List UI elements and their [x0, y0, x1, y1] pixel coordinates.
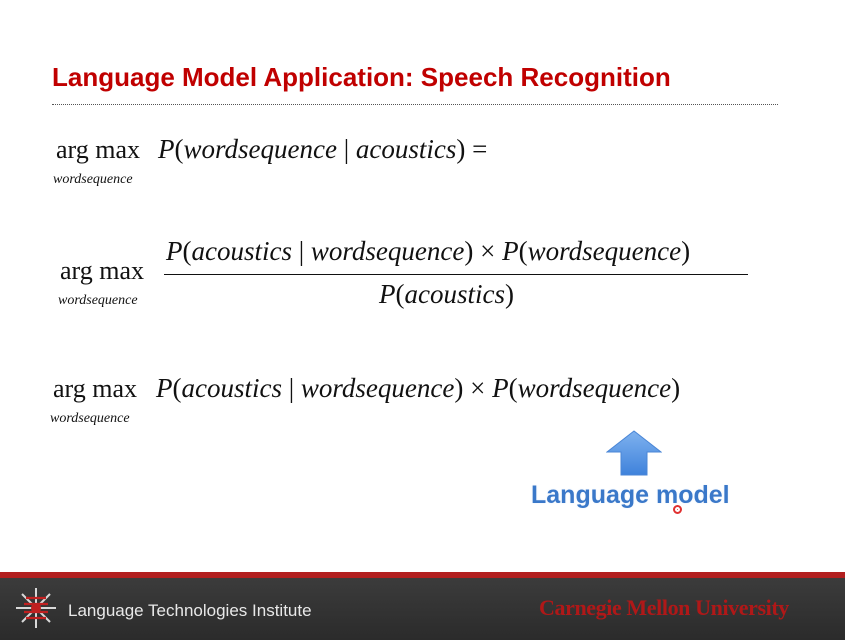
eq1-argmax: arg max [56, 135, 140, 164]
eq2-denominator: P(acoustics) [379, 279, 514, 309]
university-name: Carnegie Mellon University [539, 595, 789, 620]
eq2-subscript: wordsequence [58, 293, 138, 308]
slide: Language Model Application: Speech Recog… [0, 0, 845, 572]
lti-logo-icon [16, 588, 56, 628]
pointer-cursor-icon [673, 505, 682, 514]
eq1-subscript: wordsequence [53, 172, 133, 187]
eq3-subscript: wordsequence [50, 411, 130, 426]
footer-stripe [0, 572, 845, 578]
eq1-expression: P(wordsequence | acoustics) = [158, 134, 488, 164]
eq3-argmax: arg max [53, 374, 137, 403]
title-divider [52, 104, 778, 105]
eq2-fraction-bar [164, 274, 748, 275]
up-arrow-icon [606, 430, 662, 476]
eq2-numerator: P(acoustics | wordsequence) × P(wordsequ… [166, 236, 691, 266]
slide-title: Language Model Application: Speech Recog… [52, 62, 671, 92]
language-model-label: Language model [531, 481, 730, 509]
eq3-expression: P(acoustics | wordsequence) × P(wordsequ… [156, 373, 681, 403]
eq1-body: wordsequence [183, 134, 337, 164]
eq2-argmax: arg max [60, 256, 144, 285]
institute-name: Language Technologies Institute [68, 601, 312, 620]
